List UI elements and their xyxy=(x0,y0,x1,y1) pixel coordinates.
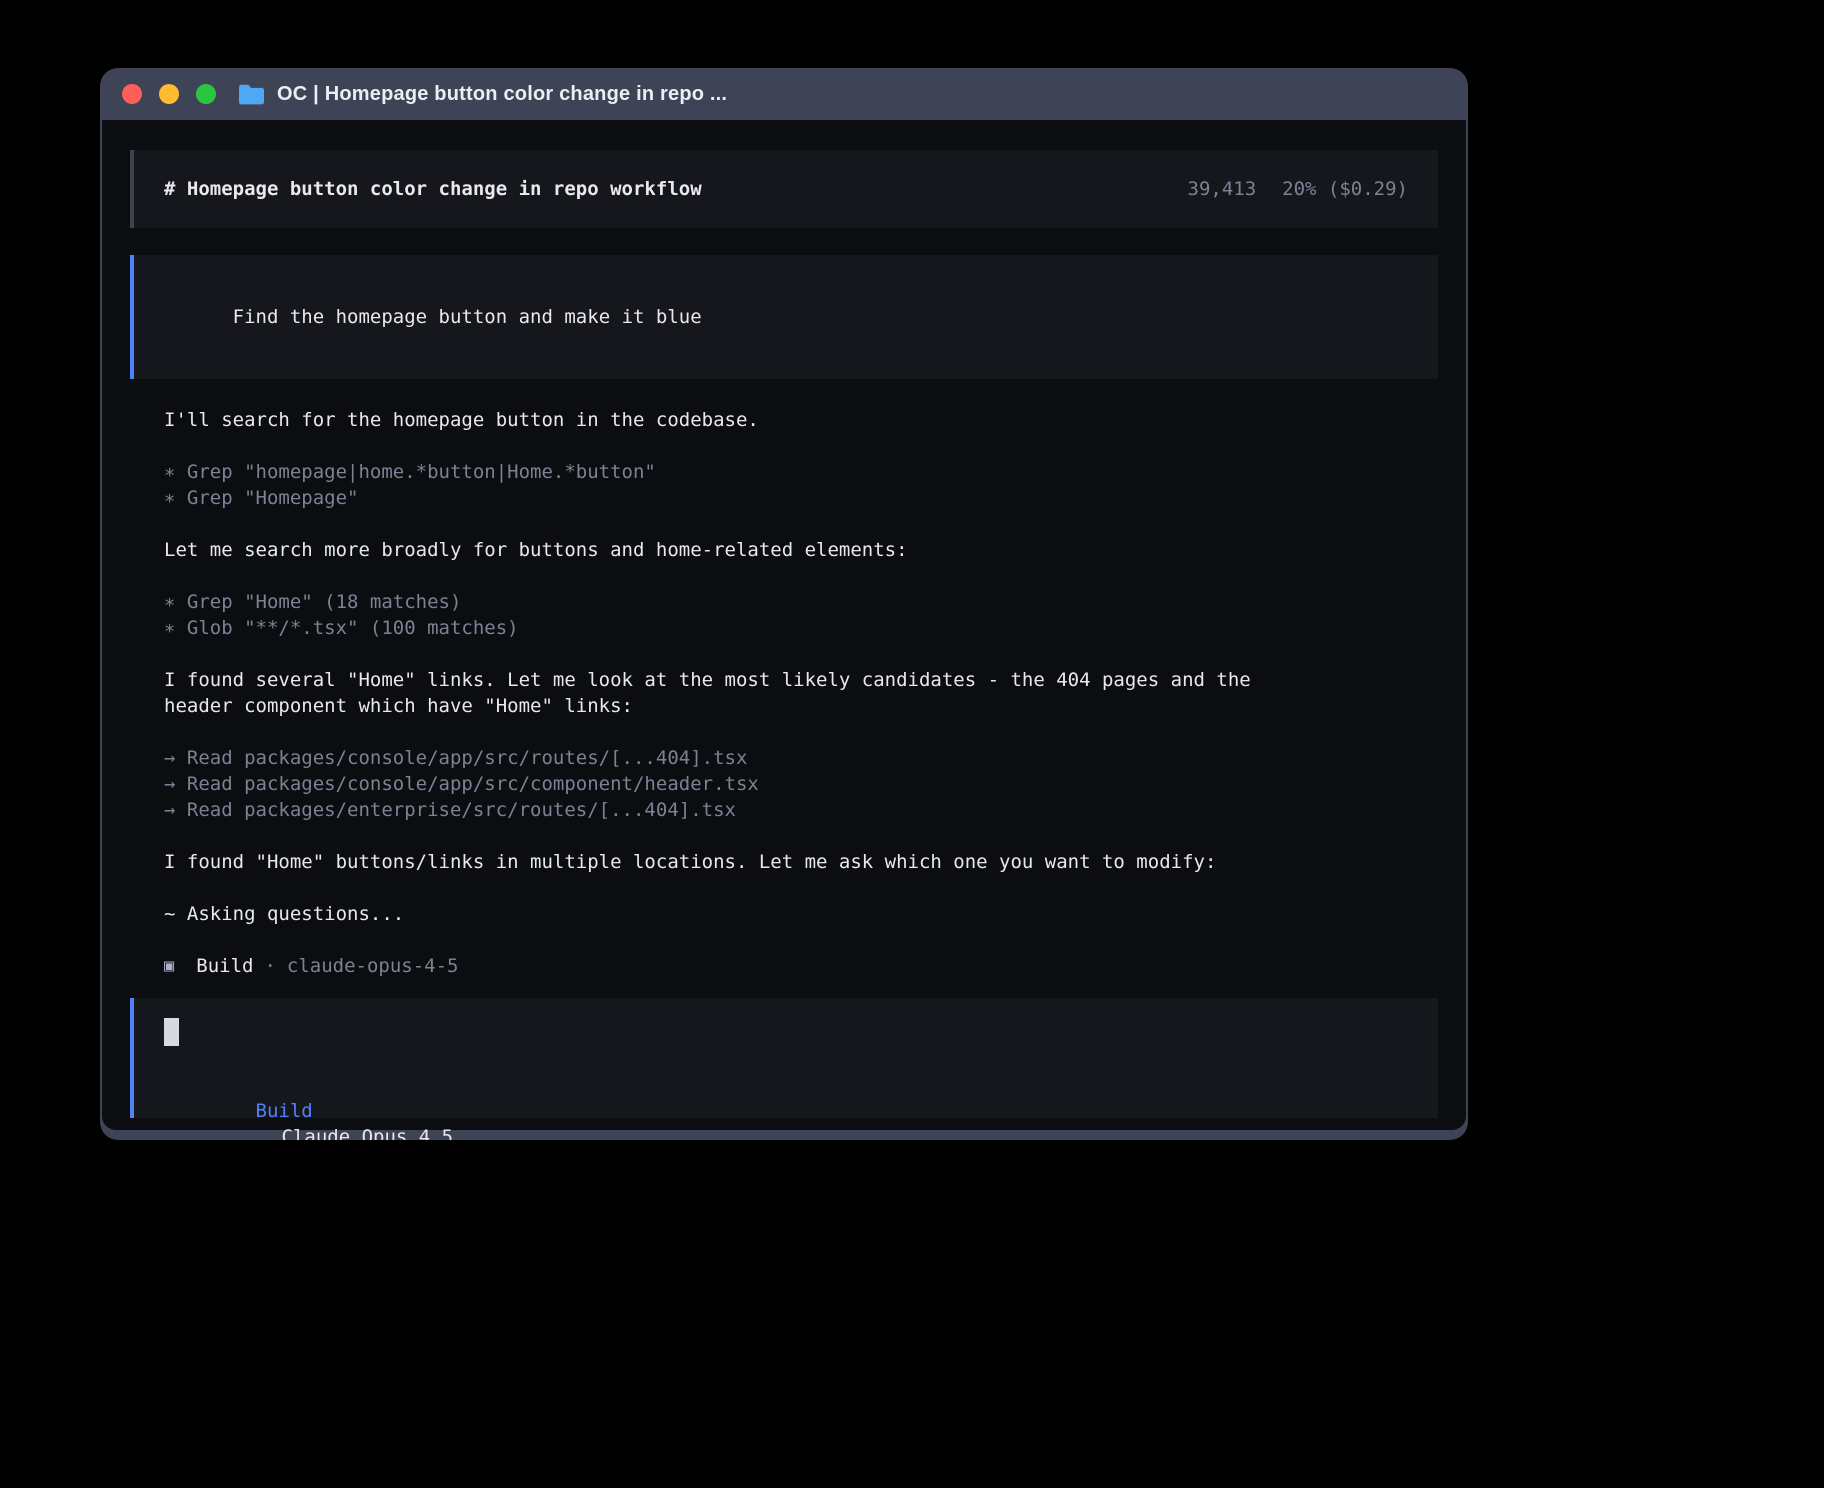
transcript-line xyxy=(164,641,1438,667)
user-message: Find the homepage button and make it blu… xyxy=(130,255,1438,379)
transcript-line-text: ∗ Grep "Home" (18 matches) xyxy=(164,591,461,613)
session-title: # Homepage button color change in repo w… xyxy=(164,176,702,202)
terminal-content: # Homepage button color change in repo w… xyxy=(102,120,1466,1130)
transcript-line xyxy=(164,927,1438,953)
model-row: Build Claude Opus 4.5 OpenCode Zen xyxy=(164,1072,1408,1098)
transcript-line xyxy=(164,875,1438,901)
transcript-line: Let me search more broadly for buttons a… xyxy=(164,537,1438,563)
agent-icon: ▣ xyxy=(164,953,174,979)
transcript-line-text: → Read packages/console/app/src/componen… xyxy=(164,773,759,795)
agent-name: Build xyxy=(196,953,253,979)
session-stats: 39,413 20% ($0.29) xyxy=(1188,176,1408,202)
transcript-line: → Read packages/enterprise/src/routes/[.… xyxy=(164,797,1438,823)
transcript-line: header component which have "Home" links… xyxy=(164,693,1438,719)
transcript-line-text: header component which have "Home" links… xyxy=(164,695,633,717)
window-titlebar[interactable]: OC | Homepage button color change in rep… xyxy=(100,68,1468,120)
transcript-line xyxy=(164,719,1438,745)
token-count: 39,413 xyxy=(1188,176,1257,202)
transcript-line: I found "Home" buttons/links in multiple… xyxy=(164,849,1438,875)
transcript-line: ∗ Glob "**/*.tsx" (100 matches) xyxy=(164,615,1438,641)
transcript-line-text: → Read packages/console/app/src/routes/[… xyxy=(164,747,747,769)
transcript-line: ~ Asking questions... xyxy=(164,901,1438,927)
transcript-line-text: → Read packages/enterprise/src/routes/[.… xyxy=(164,799,736,821)
transcript-line-text: Let me search more broadly for buttons a… xyxy=(164,539,908,561)
transcript-line xyxy=(164,563,1438,589)
zoom-button[interactable] xyxy=(196,84,216,104)
folder-icon xyxy=(238,83,265,105)
transcript-line-text: ∗ Grep "homepage|home.*button|Home.*butt… xyxy=(164,461,656,483)
transcript-line: I found several "Home" links. Let me loo… xyxy=(164,667,1438,693)
transcript-line: → Read packages/console/app/src/routes/[… xyxy=(164,745,1438,771)
transcript-line: ∗ Grep "Homepage" xyxy=(164,485,1438,511)
transcript-line xyxy=(164,511,1438,537)
transcript-line-text: I'll search for the homepage button in t… xyxy=(164,409,759,431)
minimize-button[interactable] xyxy=(159,84,179,104)
traffic-lights xyxy=(122,84,216,104)
agent-separator: · xyxy=(264,953,275,979)
model-name: Claude Opus 4.5 xyxy=(282,1126,454,1140)
prompt-input[interactable]: Build Claude Opus 4.5 OpenCode Zen xyxy=(130,998,1438,1118)
terminal-window: OC | Homepage button color change in rep… xyxy=(100,68,1468,1140)
user-message-text: Find the homepage button and make it blu… xyxy=(233,306,702,328)
transcript-line-text: I found several "Home" links. Let me loo… xyxy=(164,669,1251,691)
session-header: # Homepage button color change in repo w… xyxy=(130,150,1438,228)
window-title: OC | Homepage button color change in rep… xyxy=(277,83,727,106)
transcript-line: ∗ Grep "homepage|home.*button|Home.*butt… xyxy=(164,459,1438,485)
text-cursor xyxy=(164,1018,179,1046)
transcript-line: ∗ Grep "Home" (18 matches) xyxy=(164,589,1438,615)
agent-mode-label[interactable]: Build xyxy=(256,1100,313,1122)
transcript-line-text: ∗ Glob "**/*.tsx" (100 matches) xyxy=(164,617,519,639)
transcript-line-text: I found "Home" buttons/links in multiple… xyxy=(164,851,1216,873)
input-spacer xyxy=(164,1046,1408,1072)
transcript-line: → Read packages/console/app/src/componen… xyxy=(164,771,1438,797)
close-button[interactable] xyxy=(122,84,142,104)
agent-status-row: ▣ Build · claude-opus-4-5 xyxy=(130,953,1438,979)
input-line[interactable] xyxy=(164,1018,1408,1046)
transcript-line xyxy=(164,823,1438,849)
agent-model: claude-opus-4-5 xyxy=(287,953,459,979)
context-cost: 20% ($0.29) xyxy=(1282,176,1408,202)
assistant-transcript: I'll search for the homepage button in t… xyxy=(130,407,1438,953)
transcript-line-text: ~ Asking questions... xyxy=(164,903,404,925)
transcript-line: I'll search for the homepage button in t… xyxy=(164,407,1438,433)
transcript-line xyxy=(164,433,1438,459)
transcript-line-text: ∗ Grep "Homepage" xyxy=(164,487,358,509)
